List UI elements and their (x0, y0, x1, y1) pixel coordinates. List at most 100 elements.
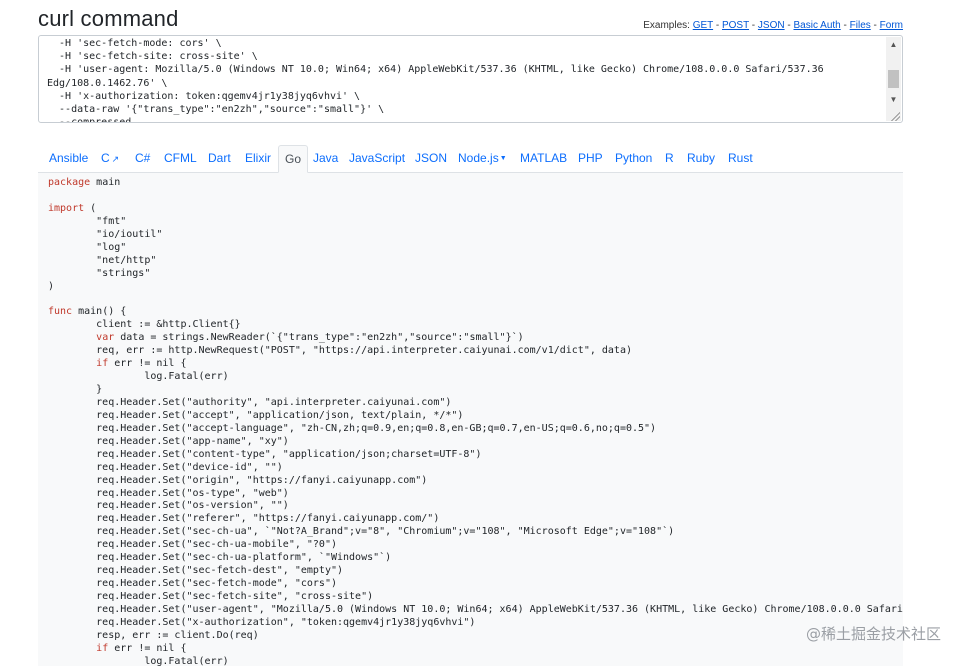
resize-handle-icon[interactable] (890, 111, 900, 121)
scrollbar-thumb[interactable] (888, 70, 899, 88)
code-line: import ( (48, 202, 97, 214)
code-line: ) (48, 280, 55, 292)
language-tabs: Ansible C ↗ C# CFML Dart Elixir Go Java JavaScrip… (38, 145, 903, 173)
tab-ansible[interactable]: Ansible (49, 145, 88, 173)
tab-javascript[interactable]: JavaScript (349, 145, 405, 173)
code-line: package main (48, 177, 121, 188)
separator: - (713, 20, 722, 31)
tab-label: Rust (728, 151, 753, 165)
curl-line: -H 'x-authorization: token:qgemv4jr1y38j… (47, 90, 361, 102)
vertical-scrollbar[interactable]: ▲ ▼ (886, 37, 901, 121)
tab-label: CFML (164, 151, 197, 165)
tab-json[interactable]: JSON (415, 145, 447, 173)
code-line: req.Header.Set("sec-ch-ua", `"Not?A_Bran… (48, 526, 675, 538)
code-line: req.Header.Set("sec-ch-ua-mobile", "?0") (48, 539, 337, 551)
tab-label: Java (313, 151, 339, 165)
code-line: req, err := http.NewRequest("POST", "htt… (48, 345, 632, 357)
code-line: "log" (48, 241, 127, 253)
tab-node-js[interactable]: Node.js▼ (458, 145, 507, 173)
tab-elixir[interactable]: Elixir (245, 145, 271, 173)
examples-label: Examples: (643, 20, 690, 31)
code-line: req.Header.Set("origin", "https://fanyi.… (48, 474, 428, 486)
curl-line: -H 'user-agent: Mozilla/5.0 (Windows NT … (47, 64, 824, 76)
example-link-get[interactable]: GET (693, 20, 713, 31)
example-link-files[interactable]: Files (850, 20, 871, 31)
code-line: req.Header.Set("os-type", "web") (48, 487, 289, 499)
tab-label: JavaScript (349, 151, 406, 165)
code-keyword: func (48, 306, 73, 318)
curl-line: --compressed (47, 117, 132, 123)
generated-code: package main import ( "fmt" "io/ioutil" … (48, 177, 903, 666)
code-line: var data = strings.NewReader(`{"trans_ty… (96, 332, 524, 344)
tab-label: Ansible (49, 151, 89, 165)
code-line: req.Header.Set("device-id", "") (48, 461, 283, 473)
tab-java[interactable]: Java (313, 145, 338, 173)
watermark: @稀土掘金技术社区 (805, 625, 941, 643)
code-line: req.Header.Set("sec-ch-ua-platform", `"W… (48, 552, 392, 564)
example-link-basic-auth[interactable]: Basic Auth (793, 20, 840, 31)
tab-label: Ruby (687, 151, 716, 165)
tab-c[interactable]: C ↗ (101, 145, 119, 173)
code-keyword: import (48, 202, 85, 214)
tab-label: Go (284, 152, 301, 166)
code-line: log.Fatal(err) (48, 655, 229, 666)
code-line: func main() { (48, 306, 127, 318)
tab-label: R (665, 151, 674, 165)
code-line: req.Header.Set("sec-fetch-site", "cross-… (48, 591, 374, 602)
tab-dart[interactable]: Dart (208, 145, 231, 173)
code-line: resp, err := client.Do(req) (48, 629, 259, 641)
tab-rust[interactable]: Rust (728, 145, 753, 173)
code-line: req.Header.Set("accept", "application/js… (48, 409, 464, 421)
separator: - (749, 20, 758, 31)
tab-cfml[interactable]: CFML (164, 145, 197, 173)
code-line: "strings" (48, 267, 151, 279)
curl-line: Edg/108.0.1462.76' \ (47, 77, 168, 89)
separator: - (840, 20, 850, 31)
examples-bar: Examples: GET - POST - JSON - Basic Auth… (643, 20, 903, 31)
example-link-json[interactable]: JSON (758, 20, 785, 31)
example-link-form[interactable]: Form (880, 20, 903, 31)
curl-line: --data-raw '{"trans_type":"en2zh","sourc… (47, 104, 385, 116)
separator: - (870, 20, 880, 31)
code-line: req.Header.Set("sec-fetch-mode", "cors") (48, 578, 337, 590)
tab-ruby[interactable]: Ruby (687, 145, 715, 173)
tab-r[interactable]: R (665, 145, 674, 173)
tab-label: Elixir (245, 151, 271, 165)
code-line: } (48, 384, 103, 395)
code-line: "net/http" (48, 254, 157, 266)
scroll-down-arrow-icon[interactable]: ▼ (886, 92, 901, 107)
curl-command-input[interactable]: -H 'sec-fetch-mode: cors' \ -H 'sec-fetc… (38, 35, 903, 123)
tab-label: Node.js (458, 151, 499, 165)
tab-label: PHP (578, 151, 603, 165)
code-line: "fmt" (48, 215, 127, 227)
curl-line: -H 'sec-fetch-site: cross-site' \ (47, 51, 258, 63)
code-line: req.Header.Set("app-name", "xy") (48, 435, 289, 447)
tab-go[interactable]: Go (278, 145, 308, 173)
tab-label: Dart (208, 151, 231, 165)
page-title: curl command (38, 6, 179, 31)
tab-label: JSON (415, 151, 448, 165)
code-line: req.Header.Set("x-authorization", "token… (48, 616, 476, 628)
tab-python[interactable]: Python (615, 145, 652, 173)
tab-matlab[interactable]: MATLAB (520, 145, 567, 173)
tab-php[interactable]: PHP (578, 145, 603, 173)
code-line: "io/ioutil" (48, 228, 163, 240)
tab-c-[interactable]: C# (135, 145, 150, 173)
code-line: req.Header.Set("os-version", "") (48, 500, 289, 512)
code-line: client := &http.Client{} (48, 319, 241, 331)
code-line: req.Header.Set("user-agent", "Mozilla/5.… (48, 603, 903, 615)
caret-down-icon: ▼ (499, 155, 507, 162)
tab-label: C (101, 151, 110, 165)
code-line: if err != nil { (96, 358, 187, 370)
code-keyword: package (48, 177, 91, 188)
code-line: req.Header.Set("content-type", "applicat… (48, 448, 482, 460)
scroll-up-arrow-icon[interactable]: ▲ (886, 37, 901, 52)
code-keyword: var (96, 332, 115, 344)
external-link-icon: ↗ (111, 154, 120, 164)
code-keyword: if (96, 642, 109, 654)
code-line: if err != nil { (96, 642, 187, 654)
curl-command-text[interactable]: -H 'sec-fetch-mode: cors' \ -H 'sec-fetc… (47, 37, 884, 123)
example-link-post[interactable]: POST (722, 20, 749, 31)
code-keyword: if (96, 358, 109, 370)
